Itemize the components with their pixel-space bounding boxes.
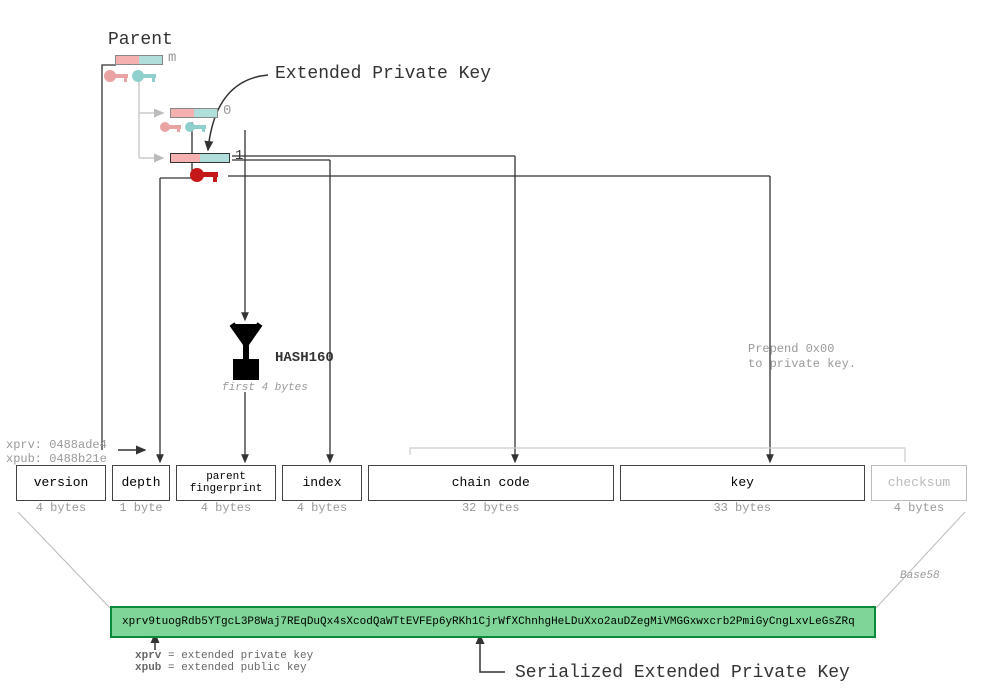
bytes-checksum: 4 bytes: [871, 501, 967, 515]
field-key: key: [620, 465, 866, 501]
key-icon-priv-faded: [102, 62, 130, 84]
legend-xprv-def: = extended private key: [161, 650, 313, 662]
field-checksum: checksum: [871, 465, 967, 501]
prepend-note-2: to private key.: [748, 357, 856, 371]
field-depth: depth: [112, 465, 170, 501]
connector-lines: [0, 0, 983, 699]
key-icon-priv-0: [158, 115, 184, 135]
field-version: version: [16, 465, 106, 501]
xpub-prefix: xpub: 0488b21e: [6, 452, 107, 466]
hash160-label: HASH160: [275, 350, 334, 366]
parent-label: Parent: [108, 30, 173, 50]
legend: xprv = extended private key xpub = exten…: [135, 650, 313, 674]
bytes-chaincode: 32 bytes: [368, 501, 614, 515]
hash160-icon: [222, 322, 270, 385]
fields-row: version 4 bytes depth 1 byte parent fing…: [16, 465, 967, 515]
legend-xprv: xprv: [135, 650, 161, 662]
key-icon-pub-0: [183, 115, 209, 135]
serialized-key-box: xprv9tuogRdb5YTgcL3P8Waj7REqDuQx4sXcodQa…: [110, 606, 876, 638]
child0-label: 0: [223, 103, 231, 119]
legend-xpub: xpub: [135, 662, 161, 674]
hash160-sub: first 4 bytes: [222, 382, 308, 394]
bytes-version: 4 bytes: [16, 501, 106, 515]
key-icon-pub-faded: [130, 62, 158, 84]
prepend-note-1: Prepend 0x00: [748, 342, 834, 356]
extended-priv-label: Extended Private Key: [275, 64, 491, 84]
bytes-key: 33 bytes: [620, 501, 866, 515]
field-fingerprint: parent fingerprint: [176, 465, 276, 501]
legend-xpub-def: = extended public key: [161, 662, 306, 674]
serialized-label: Serialized Extended Private Key: [515, 663, 850, 683]
m-label: m: [168, 50, 176, 66]
bytes-depth: 1 byte: [112, 501, 170, 515]
bytes-index: 4 bytes: [282, 501, 362, 515]
bytes-fingerprint: 4 bytes: [176, 501, 276, 515]
key-icon-priv-1: [188, 160, 222, 186]
base58-label: Base58: [900, 570, 940, 582]
child1-label: 1: [235, 148, 243, 164]
field-index: index: [282, 465, 362, 501]
field-chaincode: chain code: [368, 465, 614, 501]
xprv-prefix: xprv: 0488ade4: [6, 438, 107, 452]
